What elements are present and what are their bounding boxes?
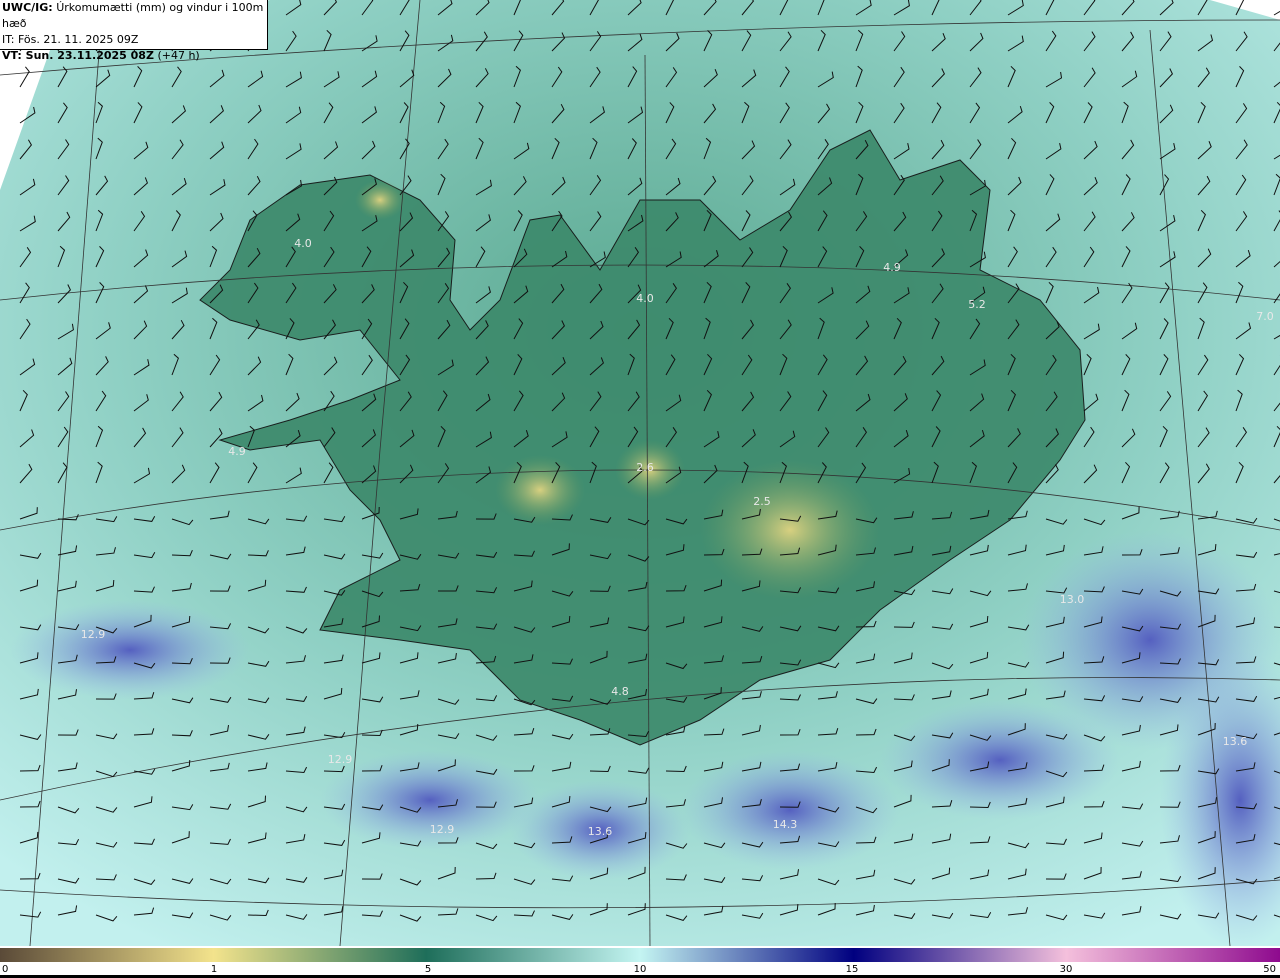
precipitation-wind-map: 4.0 4.0 4.9 5.2 7.0 4.9 2.6 2.5 13.0 13.6 12.9 4.8 1…	[0, 0, 1280, 946]
precip-value-label: 13.0	[1060, 593, 1085, 606]
initial-time: IT: Fös. 21. 11. 2025 09Z	[2, 33, 139, 46]
lead-time: (+47 h)	[157, 49, 200, 62]
product-name: UWC/IG:	[2, 1, 53, 14]
colorbar-tick: 0	[2, 964, 9, 975]
valid-time: VT: Sun. 23.11.2025 08Z	[2, 49, 154, 62]
colorbar	[0, 948, 1280, 962]
precip-value-label: 4.9	[228, 445, 246, 458]
colorbar-tick: 50	[1263, 964, 1276, 975]
map-title-box: UWC/IG: Úrkomumætti (mm) og vindur i 100…	[0, 0, 268, 62]
precip-value-label: 13.6	[1223, 735, 1248, 748]
precip-value-label: 4.0	[636, 292, 654, 305]
precip-value-label: 12.9	[430, 823, 455, 836]
precip-value-label: 4.9	[883, 261, 901, 274]
precip-value-label: 5.2	[968, 298, 986, 311]
precip-value-label: 2.6	[636, 461, 654, 474]
precip-value-label: 12.9	[81, 628, 106, 641]
precip-value-label: 4.0	[294, 237, 312, 250]
precip-value-label: 14.3	[773, 818, 798, 831]
precip-value-label: 13.6	[588, 825, 613, 838]
colorbar-tick: 10	[633, 964, 647, 975]
precip-value-label: 2.5	[753, 495, 771, 508]
precip-value-label: 7.0	[1256, 310, 1274, 323]
colorbar-tick: 30	[1059, 964, 1073, 975]
colorbar-tick: 5	[424, 964, 432, 975]
precip-value-label: 4.8	[611, 685, 629, 698]
precip-value-label: 12.9	[328, 753, 353, 766]
colorbar-tick: 15	[845, 964, 859, 975]
colorbar-tick: 1	[210, 964, 218, 975]
